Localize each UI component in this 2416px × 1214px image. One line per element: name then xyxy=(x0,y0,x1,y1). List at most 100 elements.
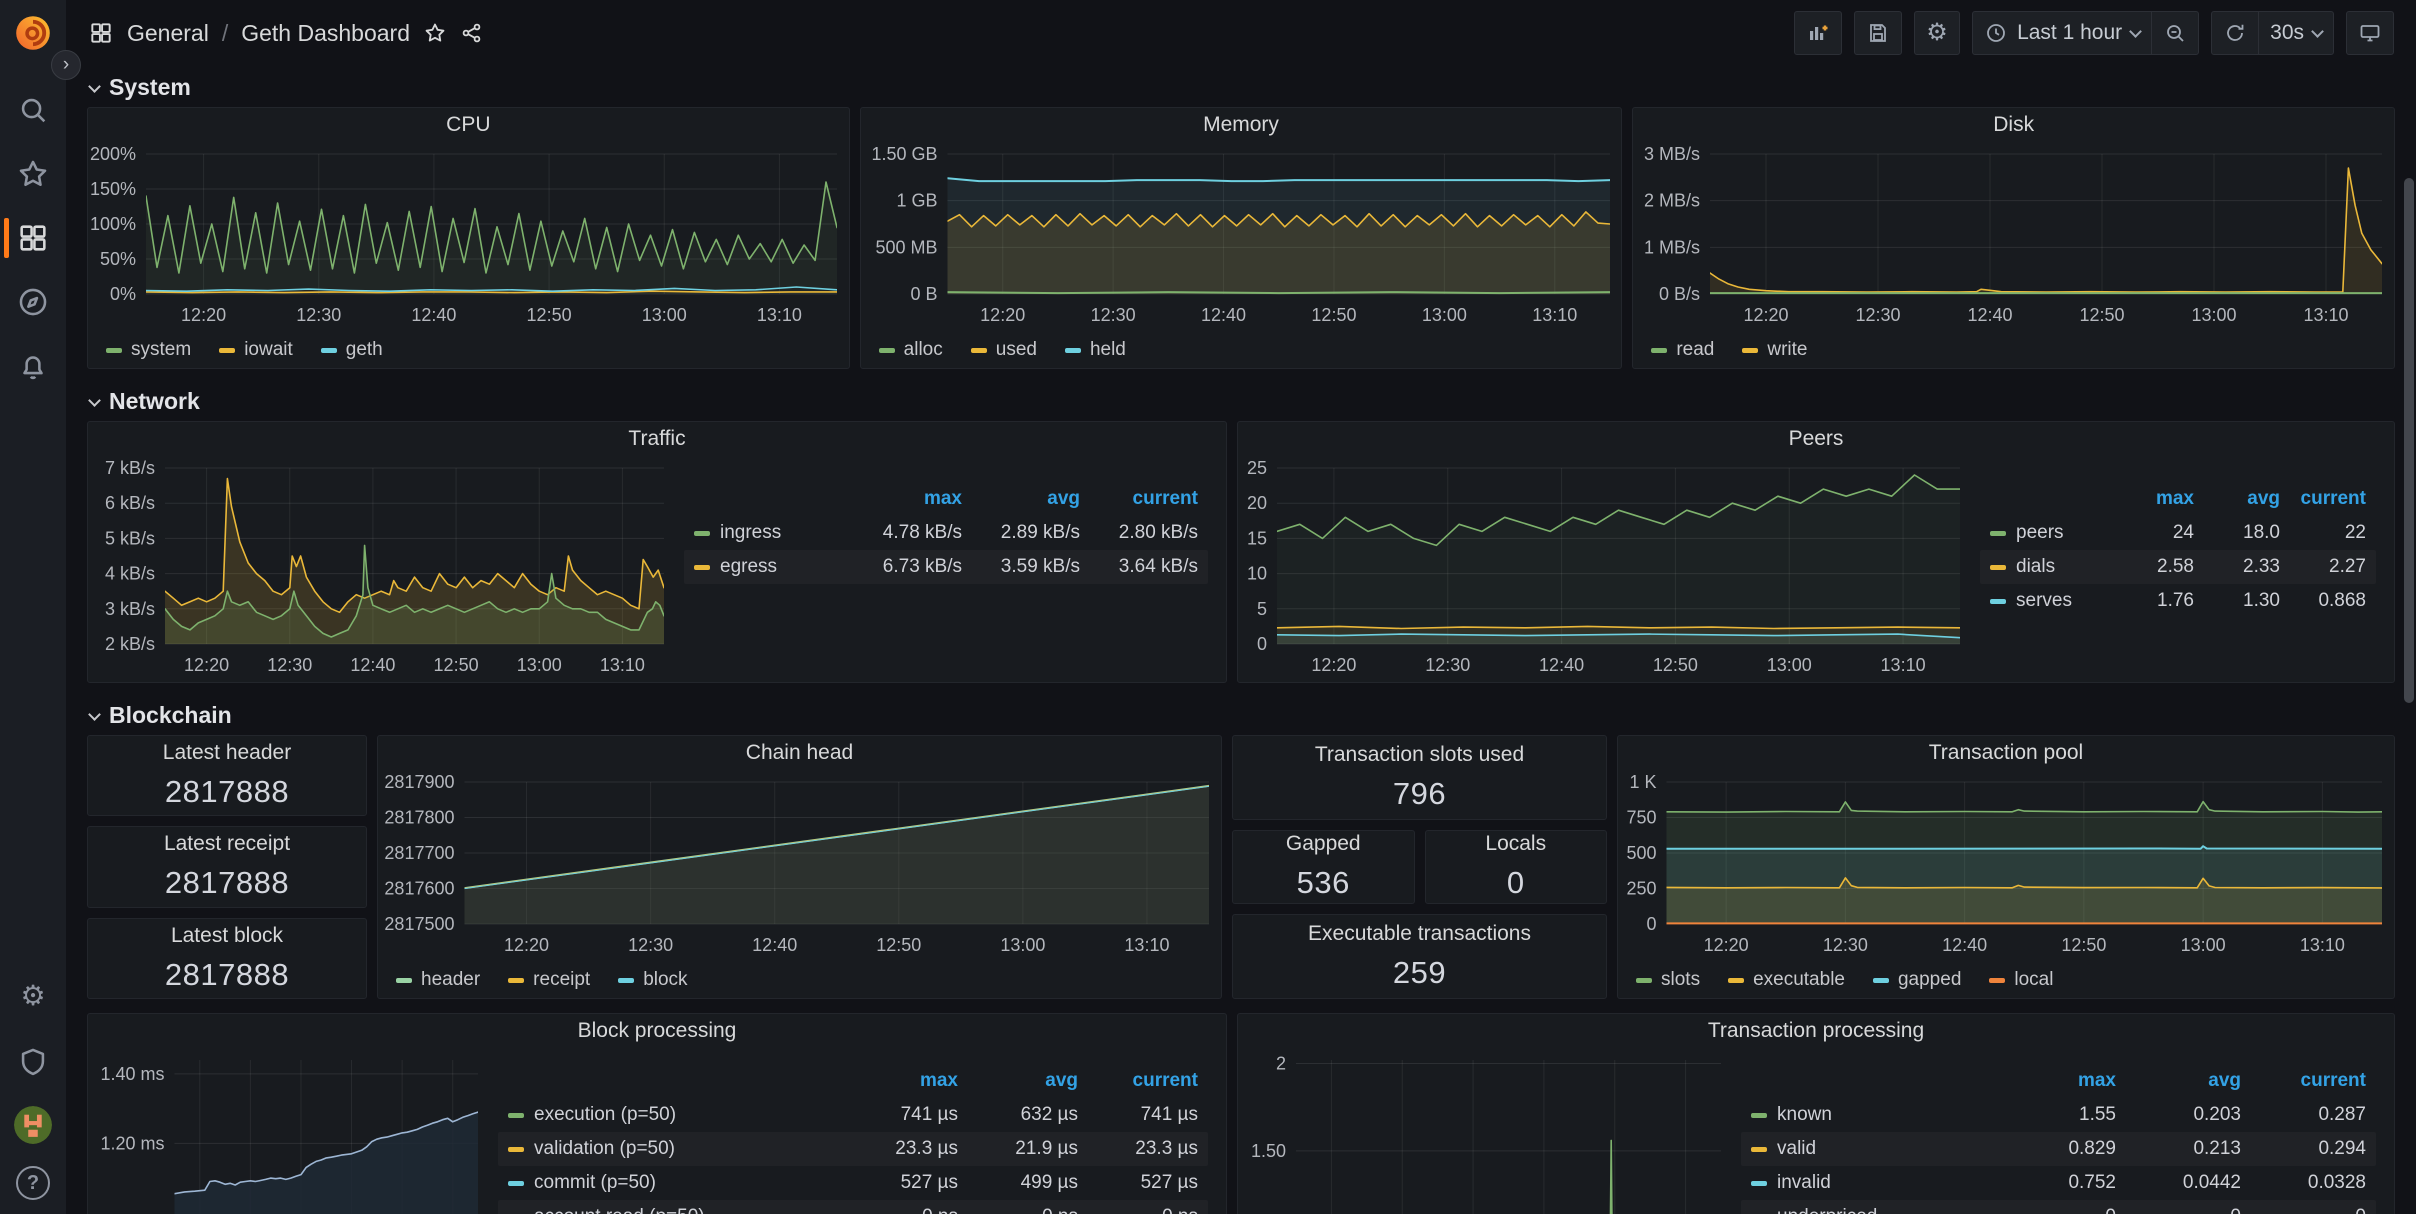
panel-title[interactable]: Traffic xyxy=(88,422,1226,456)
transaction-processing-chart[interactable]: 12:2012:3012:4012:5013:0013:1021.50 xyxy=(1238,1048,1733,1214)
chain-head-chart[interactable]: 12:2012:3012:4012:5013:0013:102817500281… xyxy=(378,770,1221,962)
legend-item[interactable]: iowait xyxy=(219,339,293,361)
sidebar-item-starred[interactable] xyxy=(0,152,66,196)
peers-chart[interactable]: 12:2012:3012:4012:5013:0013:100510152025 xyxy=(1238,456,1972,682)
series-toggle[interactable]: known xyxy=(1751,1104,1991,1126)
panel-tx-slots: Transaction slots used 796 xyxy=(1232,735,1607,820)
stat-title[interactable]: Latest receipt xyxy=(164,832,290,856)
series-toggle[interactable]: invalid xyxy=(1751,1172,1991,1194)
legend-item[interactable]: header xyxy=(396,969,480,991)
panel-title[interactable]: Peers xyxy=(1238,422,2394,456)
legend-item[interactable]: receipt xyxy=(508,969,590,991)
stat-title[interactable]: Executable transactions xyxy=(1308,922,1531,946)
svg-text:750: 750 xyxy=(1626,808,1656,828)
time-range-picker[interactable]: Last 1 hour xyxy=(1973,12,2151,54)
sidebar-expand-button[interactable]: › xyxy=(51,50,81,80)
series-toggle[interactable]: execution (p=50) xyxy=(508,1104,838,1126)
column-header[interactable]: max xyxy=(2108,488,2194,510)
series-toggle[interactable]: ingress xyxy=(694,522,844,544)
legend-item[interactable]: gapped xyxy=(1873,969,1961,991)
series-toggle[interactable]: commit (p=50) xyxy=(508,1172,838,1194)
row-header-blockchain[interactable]: Blockchain xyxy=(82,700,2400,730)
zoom-out-time-button[interactable] xyxy=(2152,12,2198,54)
series-toggle[interactable]: underpriced xyxy=(1751,1206,1991,1214)
svg-text:0%: 0% xyxy=(110,284,136,304)
column-header[interactable]: max xyxy=(838,1070,958,1092)
block-processing-chart[interactable]: 12:2012:3012:4012:5013:0013:101.20 ms1.4… xyxy=(88,1048,490,1214)
panel-title[interactable]: Transaction processing xyxy=(1238,1014,2394,1048)
svg-text:12:30: 12:30 xyxy=(1425,655,1470,675)
panel-title[interactable]: Transaction pool xyxy=(1618,736,2394,770)
star-dashboard-button[interactable] xyxy=(423,21,447,45)
column-header[interactable]: max xyxy=(844,488,962,510)
stat-title[interactable]: Latest header xyxy=(163,741,291,765)
column-header[interactable]: avg xyxy=(962,488,1080,510)
column-header[interactable]: current xyxy=(2241,1070,2366,1092)
legend-item[interactable]: slots xyxy=(1636,969,1700,991)
share-dashboard-button[interactable] xyxy=(460,21,484,45)
column-header[interactable]: current xyxy=(1080,488,1198,510)
series-swatch xyxy=(1989,978,2005,983)
column-header[interactable]: max xyxy=(1991,1070,2116,1092)
stat-title[interactable]: Locals xyxy=(1485,832,1546,856)
legend-item[interactable]: geth xyxy=(321,339,383,361)
row-header-network[interactable]: Network xyxy=(82,386,2400,416)
sidebar-item-dashboards[interactable] xyxy=(0,216,66,260)
legend-item[interactable]: read xyxy=(1651,339,1714,361)
help-icon[interactable]: ? xyxy=(16,1166,50,1200)
series-toggle[interactable]: peers xyxy=(1990,522,2108,544)
legend-item[interactable]: alloc xyxy=(879,339,943,361)
stat-title[interactable]: Latest block xyxy=(171,924,283,948)
svg-text:2817600: 2817600 xyxy=(384,879,454,899)
column-header[interactable]: avg xyxy=(958,1070,1078,1092)
dashboard-settings-button[interactable]: ⚙ xyxy=(1914,11,1960,55)
stat-title[interactable]: Transaction slots used xyxy=(1315,743,1524,767)
user-avatar[interactable] xyxy=(14,1106,52,1144)
page-scrollbar-thumb[interactable] xyxy=(2404,178,2414,703)
save-dashboard-button[interactable] xyxy=(1854,11,1902,55)
sidebar-item-configuration[interactable]: ⚙ xyxy=(14,974,52,1018)
memory-chart[interactable]: 12:2012:3012:4012:5013:0013:100 B500 MB1… xyxy=(861,142,1622,332)
refresh-interval-picker[interactable]: 30s xyxy=(2259,12,2333,54)
breadcrumb-folder[interactable]: General xyxy=(127,20,209,47)
svg-text:50%: 50% xyxy=(100,249,136,269)
panel-title[interactable]: Block processing xyxy=(88,1014,1226,1048)
series-toggle[interactable]: valid xyxy=(1751,1138,1991,1160)
row-header-system[interactable]: System xyxy=(82,72,2400,102)
legend-item[interactable]: used xyxy=(971,339,1037,361)
panel-title[interactable]: Disk xyxy=(1633,108,2394,142)
sidebar-item-server-admin[interactable] xyxy=(14,1040,52,1084)
sidebar-item-explore[interactable] xyxy=(0,280,66,324)
cpu-chart[interactable]: 12:2012:3012:4012:5013:0013:100%50%100%1… xyxy=(88,142,849,332)
legend-item[interactable]: held xyxy=(1065,339,1126,361)
breadcrumb-dashboard-title[interactable]: Geth Dashboard xyxy=(241,20,410,47)
transaction-pool-chart[interactable]: 12:2012:3012:4012:5013:0013:100250500750… xyxy=(1618,770,2394,962)
column-header[interactable]: avg xyxy=(2116,1070,2241,1092)
legend-item[interactable]: system xyxy=(106,339,191,361)
sidebar-item-search[interactable] xyxy=(0,88,66,132)
series-label: write xyxy=(1767,339,1807,361)
series-toggle[interactable]: egress xyxy=(694,556,844,578)
sidebar-item-alerting[interactable] xyxy=(0,344,66,388)
add-panel-button[interactable] xyxy=(1794,11,1842,55)
column-header[interactable]: current xyxy=(2280,488,2366,510)
svg-text:12:30: 12:30 xyxy=(296,305,341,325)
series-toggle[interactable]: validation (p=50) xyxy=(508,1138,838,1160)
legend-item[interactable]: executable xyxy=(1728,969,1845,991)
refresh-dashboard-button[interactable] xyxy=(2212,12,2258,54)
column-header[interactable]: current xyxy=(1078,1070,1198,1092)
traffic-chart[interactable]: 12:2012:3012:4012:5013:0013:102 kB/s3 kB… xyxy=(88,456,676,682)
panel-title[interactable]: Chain head xyxy=(378,736,1221,770)
panel-title[interactable]: Memory xyxy=(861,108,1622,142)
legend-item[interactable]: block xyxy=(618,969,687,991)
panel-title[interactable]: CPU xyxy=(88,108,849,142)
series-toggle[interactable]: serves xyxy=(1990,590,2108,612)
cycle-view-mode-button[interactable] xyxy=(2346,11,2394,55)
disk-chart[interactable]: 12:2012:3012:4012:5013:0013:100 B/s1 MB/… xyxy=(1633,142,2394,332)
legend-item[interactable]: local xyxy=(1989,969,2053,991)
legend-item[interactable]: write xyxy=(1742,339,1807,361)
column-header[interactable]: avg xyxy=(2194,488,2280,510)
series-toggle[interactable]: account read (p=50) xyxy=(508,1206,838,1214)
series-toggle[interactable]: dials xyxy=(1990,556,2108,578)
stat-title[interactable]: Gapped xyxy=(1286,832,1361,856)
